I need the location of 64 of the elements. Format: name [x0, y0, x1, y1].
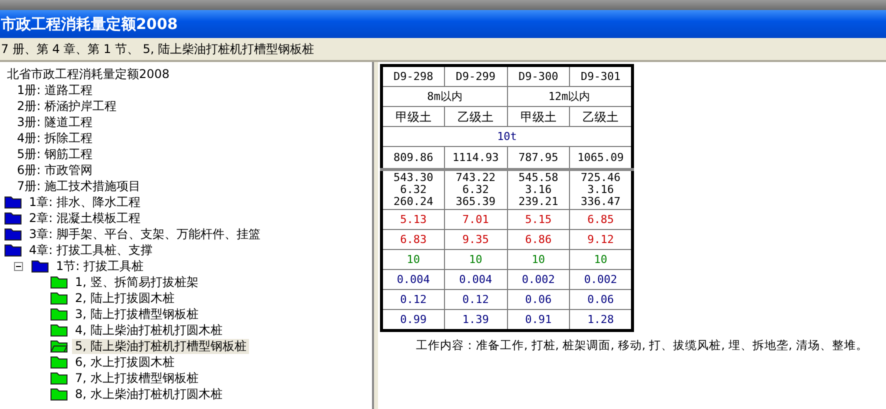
- folder-icon: [4, 243, 22, 257]
- collapse-toggle[interactable]: [14, 262, 23, 270]
- table-cell: 10: [444, 250, 507, 270]
- table-cell: 5.15: [507, 210, 570, 230]
- tree-item[interactable]: 3章: 脚手架、平台、支架、万能杆件、挂篮: [26, 226, 264, 242]
- table-cell: 甲级土: [382, 106, 444, 126]
- folder-icon: [50, 275, 68, 289]
- table-cell: 10: [382, 250, 444, 270]
- table-cell: 7.01: [444, 210, 507, 230]
- tree-item[interactable]: 5册: 钢筋工程: [14, 146, 96, 162]
- tree-item[interactable]: 1册: 道路工程: [14, 82, 96, 98]
- open-folder-icon: [50, 339, 68, 353]
- folder-icon: [50, 387, 68, 401]
- folder-icon: [50, 323, 68, 337]
- table-cell: 0.12: [382, 290, 444, 310]
- folder-icon: [31, 259, 49, 273]
- tree-item[interactable]: 2, 陆上打拔圆木桩: [72, 290, 178, 306]
- folder-icon: [50, 291, 68, 305]
- table-cell: 5.13: [382, 210, 444, 230]
- tree-item[interactable]: 7册: 施工技术措施项目: [14, 178, 144, 194]
- table-cell: 743.22 6.32 365.39: [444, 170, 507, 210]
- table-cell: D9-298: [382, 66, 444, 86]
- table-cell: 10: [507, 250, 570, 270]
- tree-item[interactable]: 4册: 拆除工程: [14, 130, 96, 146]
- tree-item[interactable]: 6, 水上打拔圆木桩: [72, 354, 178, 370]
- folder-icon: [4, 227, 22, 241]
- table-cell: 9.35: [444, 230, 507, 250]
- table-cell: 0.06: [507, 290, 570, 310]
- table-cell: D9-299: [444, 66, 507, 86]
- table-cell: 543.30 6.32 260.24: [382, 170, 444, 210]
- tree-item[interactable]: 8, 水上柴油打桩机打圆木桩: [72, 386, 226, 402]
- table-cell: 6.83: [382, 230, 444, 250]
- tree-item[interactable]: 7, 水上打拔槽型钢板桩: [72, 370, 202, 386]
- tree-item[interactable]: 1, 竖、拆简易打拔桩架: [72, 274, 202, 290]
- tree-item[interactable]: 2册: 桥涵护岸工程: [14, 98, 120, 114]
- folder-icon: [4, 195, 22, 209]
- breadcrumb: 7 册、第 4 章、第 1 节、 5, 陆上柴油打桩机打槽型钢板桩: [0, 40, 316, 58]
- tree-item[interactable]: 5, 陆上柴油打桩机打槽型钢板桩: [72, 338, 250, 354]
- table-cell: 8m以内: [382, 86, 507, 106]
- tree-item[interactable]: 4章: 打拔工具桩、支撑: [26, 242, 156, 258]
- window-title: 市政工程消耗量定额2008: [1, 14, 178, 34]
- tree-item[interactable]: 3, 陆上打拔槽型钢板桩: [72, 306, 202, 322]
- folder-icon: [50, 307, 68, 321]
- table-cell: 0.004: [444, 270, 507, 290]
- table-cell: 725.46 3.16 336.47: [570, 170, 632, 210]
- tree-item[interactable]: 1章: 排水、降水工程: [26, 194, 144, 210]
- table-cell: D9-300: [507, 66, 570, 86]
- table-cell: 乙级土: [444, 106, 507, 126]
- work-content: 工作内容：准备工作, 打桩, 桩架调面, 移动, 打、拔缆风桩, 埋、拆地垄, 清场、整堆。: [416, 338, 869, 353]
- table-cell: 甲级土: [507, 106, 570, 126]
- tree-item[interactable]: 6册: 市政管网: [14, 162, 96, 178]
- table-cell: 0.12: [444, 290, 507, 310]
- table-cell: 6.86: [507, 230, 570, 250]
- table-cell: 545.58 3.16 239.21: [507, 170, 570, 210]
- folder-icon: [4, 211, 22, 225]
- table-cell: 0.004: [382, 270, 444, 290]
- tree-item[interactable]: 北省市政工程消耗量定额2008: [4, 66, 173, 82]
- folder-icon: [50, 371, 68, 385]
- table-cell: 0.002: [507, 270, 570, 290]
- folder-icon: [50, 355, 68, 369]
- tree-item[interactable]: 2章: 混凝土模板工程: [26, 210, 144, 226]
- tree-item[interactable]: 1节: 打拔工具桩: [53, 258, 146, 274]
- tree-item[interactable]: 4, 陆上柴油打桩机打圆木桩: [72, 322, 226, 338]
- tree-item[interactable]: 3册: 隧道工程: [14, 114, 96, 130]
